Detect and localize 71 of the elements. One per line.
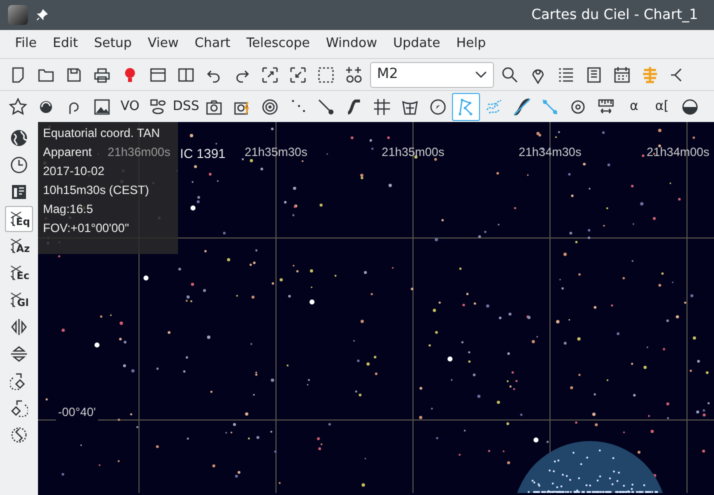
- flip-horizontal-icon: [10, 318, 28, 336]
- list-icon: [557, 66, 575, 84]
- globe-icon: [10, 129, 28, 147]
- projection-button[interactable]: Ec: [5, 260, 33, 286]
- ra-label: 21h35m30s: [244, 144, 308, 161]
- menu-item[interactable]: Telescope: [239, 31, 317, 57]
- flip-vertical-icon: [10, 345, 28, 363]
- camera-icon: [205, 98, 223, 116]
- columns-icon: [177, 66, 195, 84]
- clock-icon: [10, 156, 28, 174]
- menu-item[interactable]: Chart: [188, 31, 238, 57]
- curve-line-icon: [513, 98, 531, 116]
- ra-label: 21h34m00s: [646, 144, 710, 161]
- panel-icon: [10, 183, 28, 201]
- sky-chart[interactable]: Equatorial coord. TAN Apparent 21h36m00s IC 1391 21h35m30s 21h35m00s 21h34m30s 21h34m00s 2017-10-02 10h15m30s (CEST) Mag:16.5 FOV:+01°00'00" -00°40': [38, 122, 714, 495]
- toolbar-text-button[interactable]: α[: [648, 92, 676, 120]
- info-line: FOV:+01°00'00": [43, 220, 129, 237]
- projection-button[interactable]: Az: [5, 233, 33, 259]
- projection-button[interactable]: Gl: [5, 287, 33, 313]
- projection-button[interactable]: Eq: [5, 206, 33, 232]
- info-line: 2017-10-02: [43, 163, 104, 180]
- app-logo-icon: [8, 5, 28, 25]
- line-segment-icon: [541, 98, 559, 116]
- ruler-icon: [597, 98, 615, 116]
- dropdown-caret-icon: [475, 70, 487, 78]
- calendar-icon: [613, 66, 631, 84]
- info-line: 10h15m30s (CEST): [43, 182, 150, 199]
- window-title: Cartes du Ciel - Chart_1: [531, 6, 698, 24]
- grid-icon: [373, 98, 391, 116]
- save-icon: [65, 66, 83, 84]
- info-line: Mag:16.5: [43, 201, 94, 218]
- menu-item[interactable]: Window: [318, 31, 384, 57]
- ra-label: 21h35m00s: [382, 144, 444, 161]
- constellation-lines-icon: [457, 98, 475, 116]
- menu-item[interactable]: Setup: [86, 31, 139, 57]
- curve-icon: [345, 98, 363, 116]
- object-combo-box[interactable]: M2: [370, 62, 494, 88]
- pin-icon[interactable]: [36, 9, 48, 21]
- toolbar-text-button[interactable]: VO: [116, 92, 144, 120]
- target-circles-icon: [261, 98, 279, 116]
- menu-item[interactable]: View: [140, 31, 186, 57]
- stars-icon: [345, 66, 363, 84]
- menu-item[interactable]: Edit: [46, 31, 85, 57]
- rotate-arrows-icon: [10, 426, 28, 444]
- zoom-in-frame-icon: [261, 66, 279, 84]
- toolbar-text-button[interactable]: DSS: [172, 92, 200, 120]
- search-icon: [501, 66, 519, 84]
- menu-item[interactable]: Update: [386, 31, 448, 57]
- objects-icon: [149, 98, 167, 116]
- toolbar-text-button[interactable]: α: [620, 92, 648, 120]
- zoom-out-frame-icon: [289, 66, 307, 84]
- rotate-counterclockwise-icon: [10, 399, 28, 417]
- image-icon: [93, 98, 111, 116]
- info-line: Apparent: [43, 144, 92, 161]
- info-line: Equatorial coord. TAN: [43, 125, 160, 142]
- notebook-icon: [585, 66, 603, 84]
- compass-icon: [429, 98, 447, 116]
- ra-label: 21h34m30s: [518, 144, 582, 161]
- milky-way-icon: [485, 98, 503, 116]
- star-icon: [9, 98, 27, 116]
- ra-label: 21h36m00s: [108, 144, 170, 161]
- half-circle-icon: [681, 98, 699, 116]
- menu-item[interactable]: File: [8, 31, 44, 57]
- circle-target-icon: [569, 98, 587, 116]
- comet-icon: [317, 98, 335, 116]
- printer-icon: [93, 66, 111, 84]
- bars-icon: [641, 66, 659, 84]
- menu-item[interactable]: Help: [449, 31, 493, 57]
- selection-icon: [317, 66, 335, 84]
- object-label: IC 1391: [180, 145, 226, 163]
- window-icon: [149, 66, 167, 84]
